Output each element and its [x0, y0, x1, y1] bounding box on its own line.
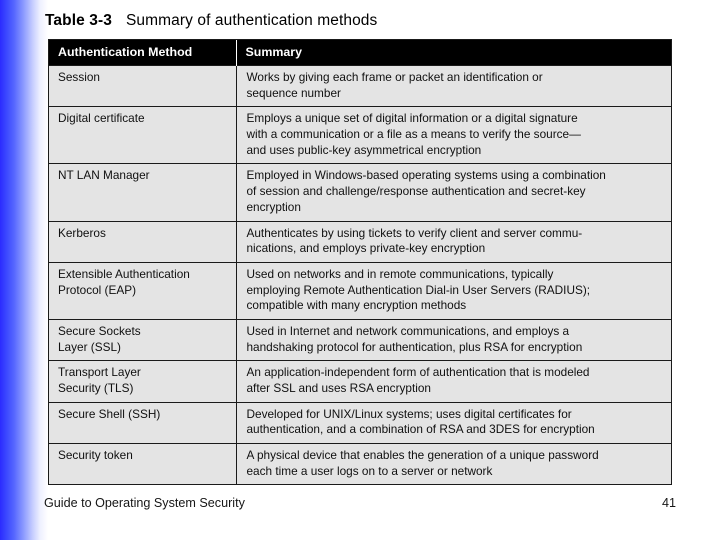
cell-summary-line: encryption: [246, 199, 301, 214]
cell-summary: Employed in Windows-based operating syst…: [236, 163, 671, 221]
cell-method: Security token: [49, 443, 237, 485]
cell-method: Secure Sockets Layer (SSL): [49, 318, 237, 361]
cell-method-line: Layer (SSL): [58, 339, 121, 354]
column-header-method: Authentication Method: [49, 40, 237, 66]
cell-method: NT LAN Manager: [49, 163, 237, 221]
table-caption-text: Summary of authentication methods: [125, 12, 378, 29]
table-header: Authentication Method Summary: [49, 40, 671, 66]
cell-summary-line: handshaking protocol for authentication,…: [246, 339, 583, 354]
cell-method: Digital certificate: [49, 106, 237, 164]
cell-method: Session: [49, 64, 237, 107]
cell-method: Kerberos: [49, 220, 237, 263]
table-body: Session Works by giving each frame or pac…: [49, 64, 671, 485]
cell-summary-line: Works by giving each frame or packet an …: [246, 70, 543, 84]
cell-summary-line: with a communication or a file as a mean…: [246, 127, 581, 142]
cell-summary-line: Employed in Windows-based operating syst…: [246, 168, 606, 183]
cell-method-line: Digital certificate: [58, 111, 145, 126]
cell-summary-line: and uses public-key asymmetrical encrypt…: [246, 142, 482, 157]
cell-method-line: Security (TLS): [58, 381, 134, 395]
table-row: Extensible Authentication Protocol (EAP) U…: [49, 261, 671, 320]
table-row: Secure Sockets Layer (SSL) Used in Interne…: [49, 318, 671, 361]
table-header-row: Authentication Method Summary: [49, 40, 671, 66]
table: Authentication Method Summary Session Wor…: [49, 40, 671, 485]
cell-summary: Works by giving each frame or packet an …: [236, 64, 671, 107]
table-row: Digital certificate Employs a unique set …: [49, 106, 671, 164]
cell-method: Secure Shell (SSH): [49, 401, 237, 444]
table-row: NT LAN Manager Employed in Windows-based …: [49, 163, 671, 221]
cell-summary: An application-independent form of authe…: [236, 360, 671, 403]
cell-summary: Employs a unique set of digital informat…: [236, 106, 671, 164]
cell-method-line: NT LAN Manager: [58, 168, 150, 183]
cell-method-line: Session: [58, 70, 100, 84]
cell-summary: Authenticates by using tickets to verify…: [236, 220, 671, 263]
cell-summary-line: Authenticates by using tickets to verify…: [246, 225, 583, 240]
cell-summary-line: after SSL and uses RSA encryption: [246, 381, 432, 395]
cell-summary-line: nications, and employs private-key encry…: [246, 241, 486, 256]
cell-method-line: Kerberos: [58, 225, 106, 240]
cell-method: Extensible Authentication Protocol (EAP): [49, 261, 237, 320]
cell-summary-line: Employs a unique set of digital informat…: [246, 111, 578, 126]
cell-method-line: Secure Shell (SSH): [58, 406, 161, 421]
cell-summary-line: A physical device that enables the gener…: [246, 448, 599, 463]
cell-summary-line: of session and challenge/response authen…: [246, 184, 586, 199]
cell-summary-line: each time a user logs on to a server or …: [246, 463, 493, 478]
cell-summary-line: Developed for UNIX/Linux systems; uses d…: [246, 406, 572, 421]
cell-method-line: Protocol (EAP): [58, 282, 137, 297]
table-row: Kerberos Authenticates by using tickets t…: [49, 220, 671, 263]
cell-method: Transport Layer Security (TLS): [49, 360, 237, 403]
table-caption-label: Table 3-3: [45, 12, 112, 29]
cell-method-line: Extensible Authentication: [58, 266, 190, 281]
cell-summary-line: employing Remote Authentication Dial-in …: [246, 282, 591, 297]
footer-page-number: 41: [662, 496, 677, 510]
cell-summary: Developed for UNIX/Linux systems; uses d…: [236, 401, 671, 444]
table-caption: Table 3-3 Summary of authentication metho…: [45, 12, 377, 30]
cell-method-line: Transport Layer: [58, 365, 141, 380]
cell-summary-line: Used in Internet and network communicati…: [246, 323, 570, 338]
slide-content: Table 3-3 Summary of authentication metho…: [0, 0, 720, 540]
cell-summary: A physical device that enables the gener…: [236, 443, 671, 485]
table-row: Session Works by giving each frame or pac…: [49, 64, 671, 107]
cell-summary-line: An application-independent form of authe…: [246, 365, 590, 380]
cell-method-line: Security token: [58, 448, 133, 463]
cell-summary-line: authentication, and a combination of RSA…: [246, 422, 595, 437]
cell-method-line: Secure Sockets: [58, 323, 141, 338]
table-row: Secure Shell (SSH) Developed for UNIX/Lin…: [49, 401, 671, 444]
authentication-methods-table: Authentication Method Summary Session Wor…: [48, 39, 672, 486]
table-row: Security token A physical device that ena…: [49, 443, 671, 485]
cell-summary: Used on networks and in remote communica…: [236, 261, 671, 320]
cell-summary: Used in Internet and network communicati…: [236, 318, 671, 361]
table-row: Transport Layer Security (TLS) An applicat…: [49, 360, 671, 403]
cell-summary-line: Used on networks and in remote communica…: [246, 266, 554, 281]
cell-summary-line: sequence number: [246, 85, 341, 100]
cell-summary-line: compatible with many encryption methods: [246, 298, 467, 313]
column-header-summary: Summary: [236, 40, 671, 66]
footer-book-title: Guide to Operating System Security: [44, 496, 245, 510]
